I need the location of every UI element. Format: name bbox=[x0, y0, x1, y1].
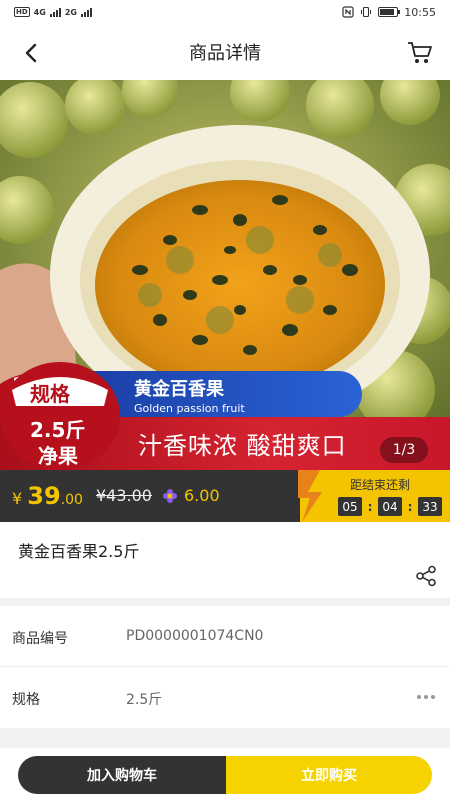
banner-name-en: Golden passion fruit bbox=[134, 402, 245, 415]
signal-icon bbox=[49, 7, 61, 17]
countdown-minutes: 04 bbox=[378, 497, 402, 516]
countdown-label: 距结束还剩 bbox=[350, 478, 411, 492]
countdown-seconds: 33 bbox=[418, 497, 442, 516]
flower-coin-icon bbox=[163, 488, 177, 503]
spec-row-label: 规格 bbox=[12, 692, 40, 708]
countdown-separator: : bbox=[367, 499, 373, 514]
vibrate-icon bbox=[361, 6, 372, 18]
points-value: 6.00 bbox=[184, 486, 220, 505]
page-title: 商品详情 bbox=[189, 43, 261, 64]
status-right: 10:55 bbox=[342, 6, 436, 19]
product-name-card: 黄金百香果2.5斤 bbox=[0, 522, 450, 598]
add-to-cart-button[interactable]: 加入购物车 bbox=[18, 756, 226, 794]
spec-row-value: 2.5斤 bbox=[126, 692, 163, 708]
info-row-code: 商品编号 PD0000001074CN0 bbox=[0, 606, 450, 667]
code-label: 商品编号 bbox=[12, 631, 68, 647]
countdown-separator: : bbox=[407, 499, 413, 514]
buy-now-button[interactable]: 立即购买 bbox=[226, 756, 432, 794]
cart-button[interactable] bbox=[404, 37, 436, 69]
share-icon bbox=[416, 565, 436, 587]
nfc-icon bbox=[342, 6, 354, 18]
banner-name-cn: 黄金百香果 bbox=[134, 379, 224, 400]
chevron-left-icon bbox=[25, 43, 37, 63]
header: 商品详情 bbox=[0, 24, 450, 80]
price-integer: 39 bbox=[27, 482, 61, 510]
cart-icon bbox=[408, 42, 432, 63]
share-button[interactable] bbox=[412, 562, 440, 590]
current-price: ¥ 39.00 bbox=[12, 482, 83, 510]
countdown-timer: 05 : 04 : 33 bbox=[338, 497, 442, 516]
code-value: PD0000001074CN0 bbox=[126, 628, 264, 644]
status-bar: HD 4G 2G 10:55 bbox=[0, 0, 450, 24]
image-counter: 1/3 bbox=[380, 437, 428, 463]
clock: 10:55 bbox=[404, 5, 436, 19]
signal-icon-2 bbox=[80, 7, 92, 17]
currency-symbol: ¥ bbox=[12, 489, 23, 508]
spec-net: 净果 bbox=[38, 444, 78, 468]
price-bar: ¥ 39.00 ¥43.00 6.00 距结束还剩 05 : 04 : 33 bbox=[0, 470, 450, 522]
network-indicators: HD 4G 2G bbox=[14, 7, 92, 17]
points-price: 6.00 bbox=[162, 486, 220, 505]
product-info-list: 商品编号 PD0000001074CN0 规格 2.5斤 bbox=[0, 606, 450, 728]
lightning-icon bbox=[298, 470, 322, 522]
product-name-banner: 黄金百香果 Golden passion fruit bbox=[86, 371, 362, 417]
original-price: ¥43.00 bbox=[96, 486, 152, 505]
slogan-text: 汁香味浓 酸甜爽口 bbox=[138, 432, 347, 460]
product-name: 黄金百香果2.5斤 bbox=[18, 542, 140, 561]
hd-icon: HD bbox=[14, 7, 30, 17]
spec-value: 2.5斤 bbox=[30, 418, 86, 442]
back-button[interactable] bbox=[16, 38, 46, 68]
more-icon[interactable] bbox=[414, 689, 438, 705]
price-decimal: .00 bbox=[60, 492, 83, 508]
network-1-label: 4G bbox=[33, 7, 46, 17]
countdown-panel: 距结束还剩 05 : 04 : 33 bbox=[298, 470, 450, 522]
product-detail-screen: HD 4G 2G 10:55 商品详情 黄金百香果 Golden passion… bbox=[0, 0, 450, 800]
spec-label: 规格 bbox=[30, 382, 70, 406]
countdown-hours: 05 bbox=[338, 497, 362, 516]
bottom-action-bar: 加入购物车 立即购买 bbox=[0, 748, 450, 800]
info-row-spec[interactable]: 规格 2.5斤 bbox=[0, 667, 450, 728]
network-2-label: 2G bbox=[64, 7, 77, 17]
battery-icon bbox=[378, 7, 401, 17]
